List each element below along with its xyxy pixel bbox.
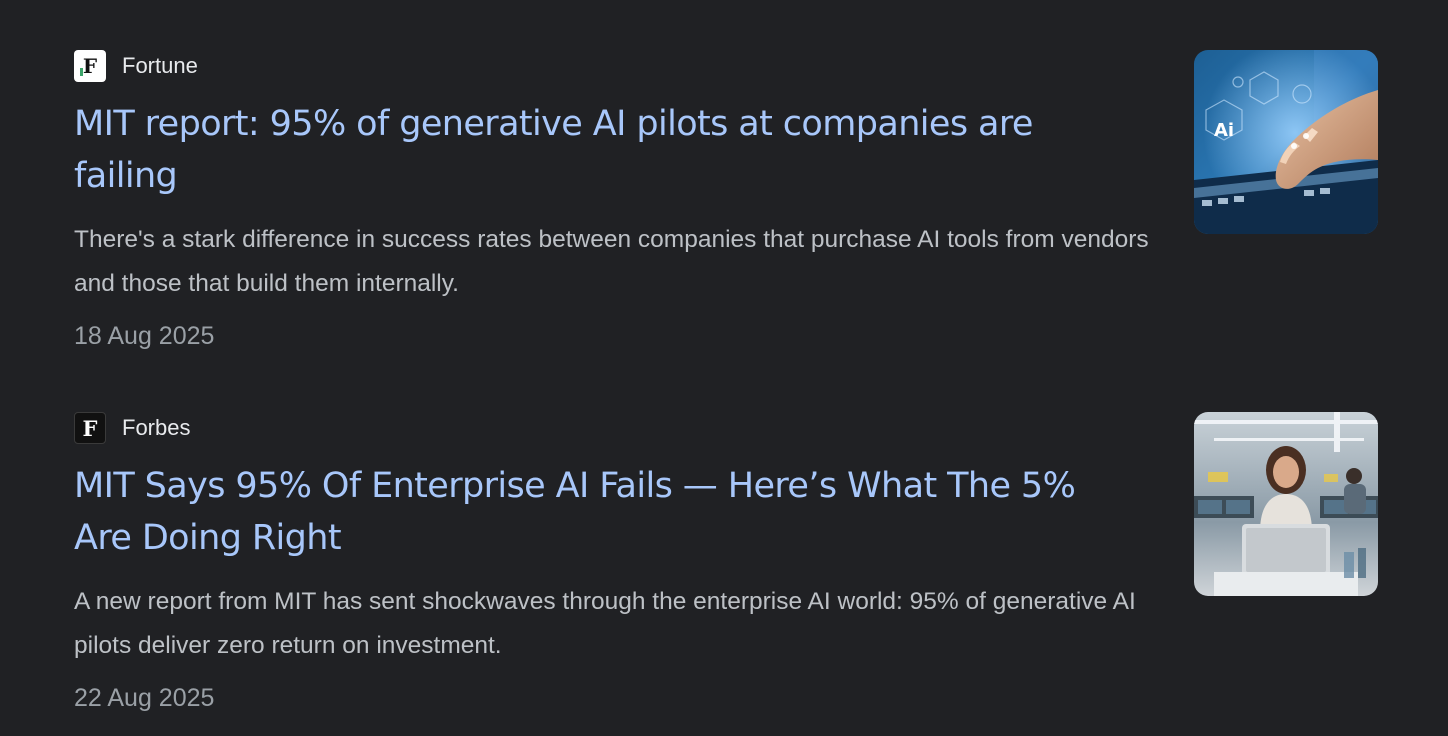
article-headline-link[interactable]: MIT Says 95% Of Enterprise AI Fails — He… <box>74 460 1134 564</box>
article-thumbnail[interactable] <box>1194 412 1378 596</box>
article-snippet: There's a stark difference in success ra… <box>74 226 1149 297</box>
article-snippet: A new report from MIT has sent shockwave… <box>74 588 1136 659</box>
office-laptop-thumbnail <box>1194 412 1378 596</box>
forbes-logo-icon: F <box>74 412 106 444</box>
ai-hand-thumbnail: Ai <box>1194 50 1378 234</box>
news-article[interactable]: F Forbes MIT Says 95% Of Enterprise AI F… <box>74 412 1378 736</box>
news-article[interactable]: F Fortune MIT report: 95% of generative … <box>74 50 1378 380</box>
fortune-logo-icon: F <box>74 50 106 82</box>
svg-text:Ai: Ai <box>1214 120 1234 141</box>
article-date: 22 Aug 2025 <box>74 684 215 712</box>
source-name: Forbes <box>122 415 191 440</box>
article-source[interactable]: F Fortune <box>74 50 198 82</box>
news-results-list: F Fortune MIT report: 95% of generative … <box>0 0 1448 736</box>
article-source[interactable]: F Forbes <box>74 412 190 444</box>
article-date: 18 Aug 2025 <box>74 322 215 350</box>
article-headline-link[interactable]: MIT report: 95% of generative AI pilots … <box>74 98 1134 202</box>
article-thumbnail[interactable]: Ai <box>1194 50 1378 234</box>
source-name: Fortune <box>122 53 198 78</box>
